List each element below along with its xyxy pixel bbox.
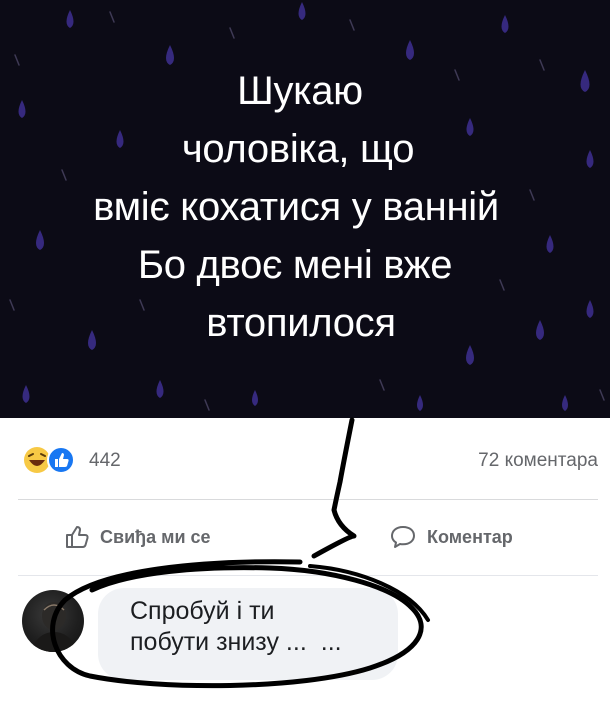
thumbs-up-icon (66, 526, 89, 548)
more-options[interactable]: ... (321, 628, 342, 656)
reactions-bar: 442 72 коментара (0, 436, 610, 486)
comment-label: Коментар (427, 526, 513, 547)
post-caption: Шукаю чоловіка, що вміє кохатися у ванні… (0, 62, 610, 352)
comment-line: Спробуй і ти (130, 597, 275, 625)
reaction-icons[interactable] (23, 446, 79, 474)
like-reaction-icon (47, 446, 75, 474)
divider (18, 575, 598, 576)
avatar[interactable] (22, 590, 84, 652)
comment-button[interactable]: Коментар (389, 517, 513, 557)
avatar-photo (30, 602, 78, 652)
comments-count[interactable]: 72 коментара (478, 450, 598, 472)
speech-bubble-icon (391, 526, 415, 548)
comment-line: побути знизу ... (130, 628, 307, 656)
caption-line: втопилося (206, 301, 396, 345)
caption-line: Шукаю (237, 69, 363, 113)
like-button[interactable]: Свиђа ми се (64, 517, 211, 557)
caption-line: вміє кохатися у ванній (93, 185, 499, 229)
caption-line: чоловіка, що (181, 127, 415, 171)
like-label: Свиђа ми се (100, 526, 211, 547)
reaction-count[interactable]: 442 (89, 450, 121, 472)
divider (18, 499, 598, 500)
post-image[interactable]: Шукаю чоловіка, що вміє кохатися у ванні… (0, 0, 610, 418)
laugh-reaction-icon (24, 447, 50, 473)
caption-line: Бо двоє мені вже (137, 243, 453, 287)
comment-text: Спробуй і ти побути знизу ...... (130, 596, 390, 658)
